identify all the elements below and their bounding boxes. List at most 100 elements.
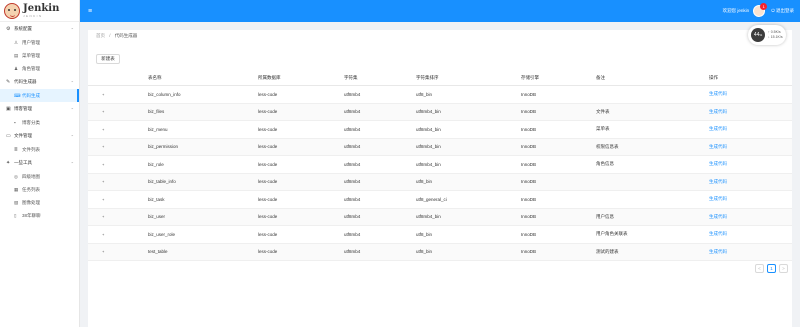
cell-engine: InnoDB [521,91,537,97]
code-icon: ⌨ [14,92,21,98]
cell-charset: utf8mb4 [344,249,361,255]
generate-code-link[interactable]: 生成代码 [709,196,727,201]
sidebar-group-4[interactable]: ✦ 一些工具 ⌃ [0,156,79,170]
generate-code-link[interactable]: 生成代码 [709,109,727,114]
cell-database: less-code [258,249,278,255]
header-table-name: 表名称 [148,75,162,80]
cell-comment: 角色信息 [596,161,614,167]
cell-charset: utf8mb4 [344,179,361,185]
generate-code-link[interactable]: 生成代码 [709,249,727,254]
sidebar-item-4-1[interactable]: ▦ 任务列表 [0,183,79,196]
cell-collation: utf8_general_ci [416,196,447,202]
cell-table-name: biz_user [148,214,166,220]
expand-row-button[interactable]: + [102,162,104,167]
generate-code-link[interactable]: 生成代码 [709,231,727,236]
tables-table: 表名称 所属数据库 字符集 字符集排序 存储引擎 备注 操作 + biz_col… [88,71,792,261]
sidebar-item-0-1[interactable]: ▤ 菜单管理 [0,49,79,62]
sidebar-item-0-0[interactable]: ♙ 用户管理 [0,36,79,49]
sidebar-group-label: 代码生成器 [14,79,37,84]
chevron-up-icon: ⌃ [70,106,74,112]
image-icon: ▧ [14,199,19,205]
sidebar-item-4-0[interactable]: ◎ 四级地图 [0,170,79,183]
cell-charset: utf8mb4 [344,214,361,220]
sidebar-item-0-2[interactable]: ♟ 角色管理 [0,62,79,75]
sidebar-item-4-2[interactable]: ▧ 图像处理 [0,196,79,209]
cell-table-name: biz_menu [148,126,168,132]
gear-icon: ⚙ [6,26,11,32]
cpu-usage-unit: % [759,33,763,37]
cell-comment: 菜单表 [596,126,610,132]
calendar-icon: ▦ [14,186,19,192]
table-row: + test_table less-code utf8mb4 utf8_bin … [88,243,792,261]
logout-button[interactable]: ⏻ 退出登录 [771,8,794,14]
sidebar-group-0[interactable]: ⚙ 系统配置 ⌃ [0,22,79,36]
cell-engine: InnoDB [521,109,537,115]
chevron-up-icon: ⌃ [70,26,74,32]
cell-database: less-code [258,196,278,202]
cell-collation: utf8mb4_bin [416,161,441,167]
expand-row-button[interactable]: + [102,197,104,202]
next-page-button[interactable]: > [779,264,788,273]
expand-row-button[interactable]: + [102,109,104,114]
table-row: + biz_permission less-code utf8mb4 utf8m… [88,138,792,156]
network-stats-widget[interactable]: 44% ↑ 0.5K/s ↓ 15.1K/s [748,25,786,45]
table-header: 表名称 所属数据库 字符集 字符集排序 存储引擎 备注 操作 [88,71,792,86]
cell-collation: utf8_bin [416,249,433,255]
page-1-button[interactable]: 1 [767,264,776,273]
expand-row-button[interactable]: + [102,179,104,184]
sidebar: Jenkin JENKIN ⚙ 系统配置 ⌃ ♙ 用户管理 ▤ 菜单管理 ♟ 角色管理 ✎ 代码生成… [0,0,80,327]
generate-code-link[interactable]: 生成代码 [709,126,727,131]
generate-code-link[interactable]: 生成代码 [709,161,727,166]
cell-collation: utf8mb4_bin [416,109,441,115]
expand-row-button[interactable]: + [102,232,104,237]
sidebar-group-1[interactable]: ✎ 代码生成器 ⌃ [0,75,79,89]
expand-row-button[interactable]: + [102,214,104,219]
menu-toggle-icon[interactable]: ≡ [88,8,92,15]
cell-comment: 文件表 [596,108,610,114]
cell-charset: utf8mb4 [344,196,361,202]
book-icon: ▣ [6,106,11,112]
sidebar-item-3-0[interactable]: ≣ 文件列表 [0,143,79,156]
expand-row-button[interactable]: + [102,127,104,132]
role-icon: ♟ [14,65,19,71]
sidebar-group-label: 文件管理 [14,133,32,138]
chevron-up-icon: ⌃ [70,133,74,139]
expand-row-button[interactable]: + [102,144,104,149]
cell-collation: utf8_bin [416,179,433,185]
sidebar-item-1-0[interactable]: ⌨ 代码生成 [0,89,79,102]
generate-code-link[interactable]: 生成代码 [709,144,727,149]
cell-engine: InnoDB [521,126,537,132]
sidebar-menu: ⚙ 系统配置 ⌃ ♙ 用户管理 ▤ 菜单管理 ♟ 角色管理 ✎ 代码生成器 ⌃ ⌨ 代码生成 ▣ 博客管理 ⌃ ▪… [0,22,79,222]
cell-charset: utf8mb4 [344,231,361,237]
avatar[interactable]: 1 [753,3,768,17]
cell-charset: utf8mb4 [344,109,361,115]
prev-page-button[interactable]: < [755,264,764,273]
cell-engine: InnoDB [521,179,537,185]
cell-engine: InnoDB [521,196,537,202]
table-row: + biz_user less-code utf8mb4 utf8mb4_bin… [88,208,792,226]
chevron-up-icon: ⌃ [70,79,74,85]
sidebar-item-2-0[interactable]: ▪ 博客分类 [0,116,79,129]
cell-collation: utf8_bin [416,231,433,237]
breadcrumb-home[interactable]: 首页 [96,33,105,38]
cell-charset: utf8mb4 [344,144,361,150]
cell-comment: 测试的建表 [596,248,619,254]
generate-code-link[interactable]: 生成代码 [709,179,727,184]
sidebar-group-2[interactable]: ▣ 博客管理 ⌃ [0,102,79,116]
doc-icon: ▯ [14,212,17,218]
expand-row-button[interactable]: + [102,249,104,254]
sidebar-item-label: 图像处理 [22,199,40,205]
generate-code-link[interactable]: 生成代码 [709,91,727,96]
cell-charset: utf8mb4 [344,161,361,167]
sidebar-item-4-3[interactable]: ▯ 38年聊聊 [0,209,79,222]
sidebar-group-label: 一些工具 [14,160,32,165]
generate-code-link[interactable]: 生成代码 [709,214,727,219]
main-content: 首页 / 代码生成器 44% ↑ 0.5K/s ↓ 15.1K/s 新建表 表名… [88,25,792,327]
logo[interactable]: Jenkin JENKIN [0,0,79,22]
edit-icon: ✎ [6,79,11,85]
cell-collation: utf8mb4_bin [416,144,441,150]
new-table-button[interactable]: 新建表 [96,54,120,64]
expand-row-button[interactable]: + [102,92,104,97]
sidebar-group-3[interactable]: ▭ 文件管理 ⌃ [0,129,79,143]
folder-icon: ▭ [6,133,11,139]
